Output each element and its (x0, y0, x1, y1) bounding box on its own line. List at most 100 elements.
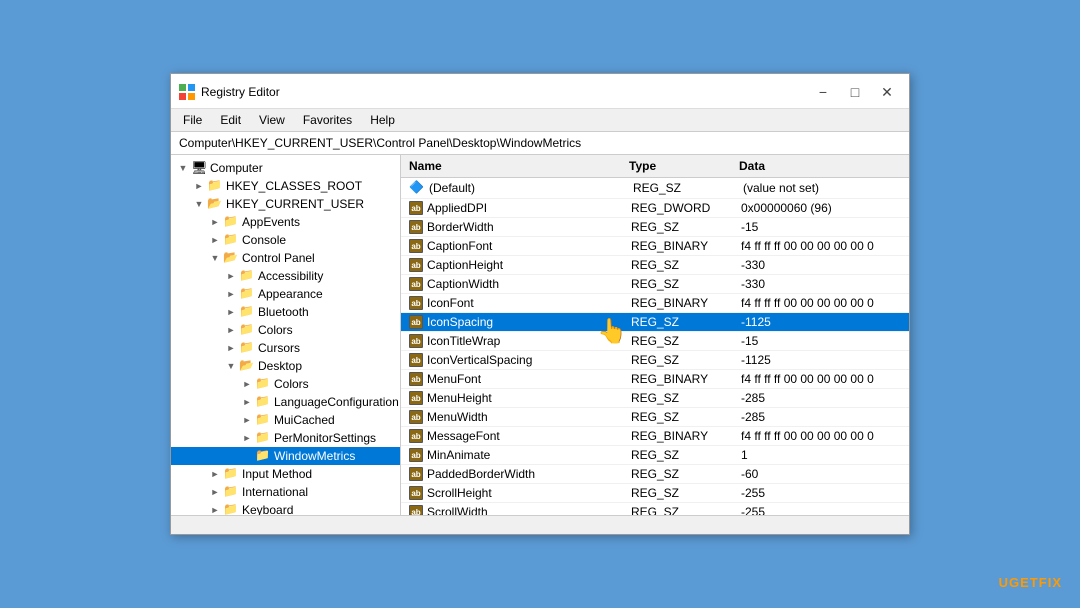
tree-item-bluetooth[interactable]: ► 📁 Bluetooth (171, 303, 400, 321)
reg-icon-scrollwidth: ab (409, 505, 423, 515)
row-name-captionheight: CaptionHeight (427, 258, 631, 272)
row-minanimate[interactable]: ab MinAnimate REG_SZ 1 (401, 446, 909, 465)
reg-icon-menufont: ab (409, 372, 423, 386)
row-captionheight[interactable]: ab CaptionHeight REG_SZ -330 (401, 256, 909, 275)
row-menufont[interactable]: ab MenuFont REG_BINARY f4 ff ff ff 00 00… (401, 370, 909, 389)
tree-item-keyboard[interactable]: ► 📁 Keyboard (171, 501, 400, 515)
tree-label-bluetooth: Bluetooth (258, 305, 309, 319)
reg-icon-paddedborderwidth: ab (409, 467, 423, 481)
tree-item-hkcr[interactable]: ► 📁 HKEY_CLASSES_ROOT (171, 177, 400, 195)
watermark-prefix: UG (999, 575, 1021, 590)
expand-console: ► (207, 232, 223, 248)
tree-item-console[interactable]: ► 📁 Console (171, 231, 400, 249)
expand-controlpanel: ▼ (207, 250, 223, 266)
row-type-borderwidth: REG_SZ (631, 220, 741, 234)
row-name-menuheight: MenuHeight (427, 391, 631, 405)
tree-item-windowmetrics[interactable]: 📁 WindowMetrics (171, 447, 400, 465)
tree-item-colors[interactable]: ► 📁 Colors (171, 321, 400, 339)
menu-file[interactable]: File (175, 111, 210, 129)
main-content: ▼ 🖥 Computer ► 📁 HKEY_CLASSES_ROOT ▼ 📂 H… (171, 155, 909, 515)
row-iconverticalspacing[interactable]: ab IconVerticalSpacing REG_SZ -1125 (401, 351, 909, 370)
row-messagefont[interactable]: ab MessageFont REG_BINARY f4 ff ff ff 00… (401, 427, 909, 446)
row-captionfont[interactable]: ab CaptionFont REG_BINARY f4 ff ff ff 00… (401, 237, 909, 256)
title-bar-left: Registry Editor (179, 84, 280, 100)
folder-muicached-icon: 📁 (255, 412, 271, 428)
expand-languagecfg: ► (239, 394, 255, 410)
tree-item-desktopcolors[interactable]: ► 📁 Colors (171, 375, 400, 393)
row-iconspacing[interactable]: ab IconSpacing REG_SZ -1125 👆 (401, 313, 909, 332)
row-type-default: REG_SZ (633, 181, 743, 195)
expand-accessibility: ► (223, 268, 239, 284)
expand-colors: ► (223, 322, 239, 338)
tree-item-languagecfg[interactable]: ► 📁 LanguageConfiguration (171, 393, 400, 411)
row-scrollheight[interactable]: ab ScrollHeight REG_SZ -255 (401, 484, 909, 503)
tree-label-desktopcolors: Colors (274, 377, 309, 391)
row-borderwidth[interactable]: ab BorderWidth REG_SZ -15 (401, 218, 909, 237)
menu-help[interactable]: Help (362, 111, 403, 129)
maximize-button[interactable]: □ (841, 82, 869, 102)
row-iconfont[interactable]: ab IconFont REG_BINARY f4 ff ff ff 00 00… (401, 294, 909, 313)
address-bar: Computer\HKEY_CURRENT_USER\Control Panel… (171, 132, 909, 155)
expand-muicached: ► (239, 412, 255, 428)
row-icontitlewrap[interactable]: ab IconTitleWrap REG_SZ -15 (401, 332, 909, 351)
close-button[interactable]: ✕ (873, 82, 901, 102)
col-header-name: Name (409, 159, 629, 173)
tree-item-inputmethod[interactable]: ► 📁 Input Method (171, 465, 400, 483)
menu-favorites[interactable]: Favorites (295, 111, 360, 129)
row-type-messagefont: REG_BINARY (631, 429, 741, 443)
expand-appearance: ► (223, 286, 239, 302)
tree-item-appearance[interactable]: ► 📁 Appearance (171, 285, 400, 303)
row-menuwidth[interactable]: ab MenuWidth REG_SZ -285 (401, 408, 909, 427)
tree-item-international[interactable]: ► 📁 International (171, 483, 400, 501)
col-header-type: Type (629, 159, 739, 173)
folder-console-icon: 📁 (223, 232, 239, 248)
folder-permonitor-icon: 📁 (255, 430, 271, 446)
row-scrollwidth[interactable]: ab ScrollWidth REG_SZ -255 (401, 503, 909, 515)
row-name-default: (Default) (429, 181, 633, 195)
expand-windowmetrics (239, 448, 255, 464)
reg-icon-scrollheight: ab (409, 486, 423, 500)
row-type-applieddpi: REG_DWORD (631, 201, 741, 215)
row-data-menuwidth: -285 (741, 410, 901, 424)
expand-international: ► (207, 484, 223, 500)
tree-item-controlpanel[interactable]: ▼ 📂 Control Panel (171, 249, 400, 267)
status-bar (171, 515, 909, 534)
row-paddedborderwidth[interactable]: ab PaddedBorderWidth REG_SZ -60 (401, 465, 909, 484)
tree-item-muicached[interactable]: ► 📁 MuiCached (171, 411, 400, 429)
row-type-menuwidth: REG_SZ (631, 410, 741, 424)
tree-item-appevents[interactable]: ► 📁 AppEvents (171, 213, 400, 231)
watermark: UGETFIX (999, 575, 1062, 590)
tree-item-permonitor[interactable]: ► 📁 PerMonitorSettings (171, 429, 400, 447)
tree-label-international: International (242, 485, 308, 499)
row-data-applieddpi: 0x00000060 (96) (741, 201, 901, 215)
folder-appevents-icon: 📁 (223, 214, 239, 230)
tree-item-accessibility[interactable]: ► 📁 Accessibility (171, 267, 400, 285)
reg-icon-iconfont: ab (409, 296, 423, 310)
tree-item-cursors[interactable]: ► 📁 Cursors (171, 339, 400, 357)
row-default[interactable]: 🔷 (Default) REG_SZ (value not set) (401, 178, 909, 199)
folder-colors-icon: 📁 (239, 322, 255, 338)
tree-item-hkcu[interactable]: ▼ 📂 HKEY_CURRENT_USER (171, 195, 400, 213)
folder-desktopcolors-icon: 📁 (255, 376, 271, 392)
row-captionwidth[interactable]: ab CaptionWidth REG_SZ -330 (401, 275, 909, 294)
row-applieddpi[interactable]: ab AppliedDPI REG_DWORD 0x00000060 (96) (401, 199, 909, 218)
reg-icon-borderwidth: ab (409, 220, 423, 234)
menu-view[interactable]: View (251, 111, 293, 129)
watermark-highlight: ET (1020, 575, 1039, 590)
minimize-button[interactable]: − (809, 82, 837, 102)
tree-item-computer[interactable]: ▼ 🖥 Computer (171, 159, 400, 177)
expand-permonitor: ► (239, 430, 255, 446)
row-data-icontitlewrap: -15 (741, 334, 901, 348)
title-bar: Registry Editor − □ ✕ (171, 74, 909, 109)
row-name-scrollheight: ScrollHeight (427, 486, 631, 500)
menu-edit[interactable]: Edit (212, 111, 249, 129)
row-name-messagefont: MessageFont (427, 429, 631, 443)
folder-inputmethod-icon: 📁 (223, 466, 239, 482)
detail-panel: Name Type Data 🔷 (Default) REG_SZ (value… (401, 155, 909, 515)
reg-icon-applieddpi: ab (409, 201, 423, 215)
folder-windowmetrics-icon: 📁 (255, 448, 271, 464)
row-name-iconspacing: IconSpacing (427, 315, 631, 329)
reg-icon-menuheight: ab (409, 391, 423, 405)
tree-item-desktop[interactable]: ▼ 📂 Desktop (171, 357, 400, 375)
row-menuheight[interactable]: ab MenuHeight REG_SZ -285 (401, 389, 909, 408)
